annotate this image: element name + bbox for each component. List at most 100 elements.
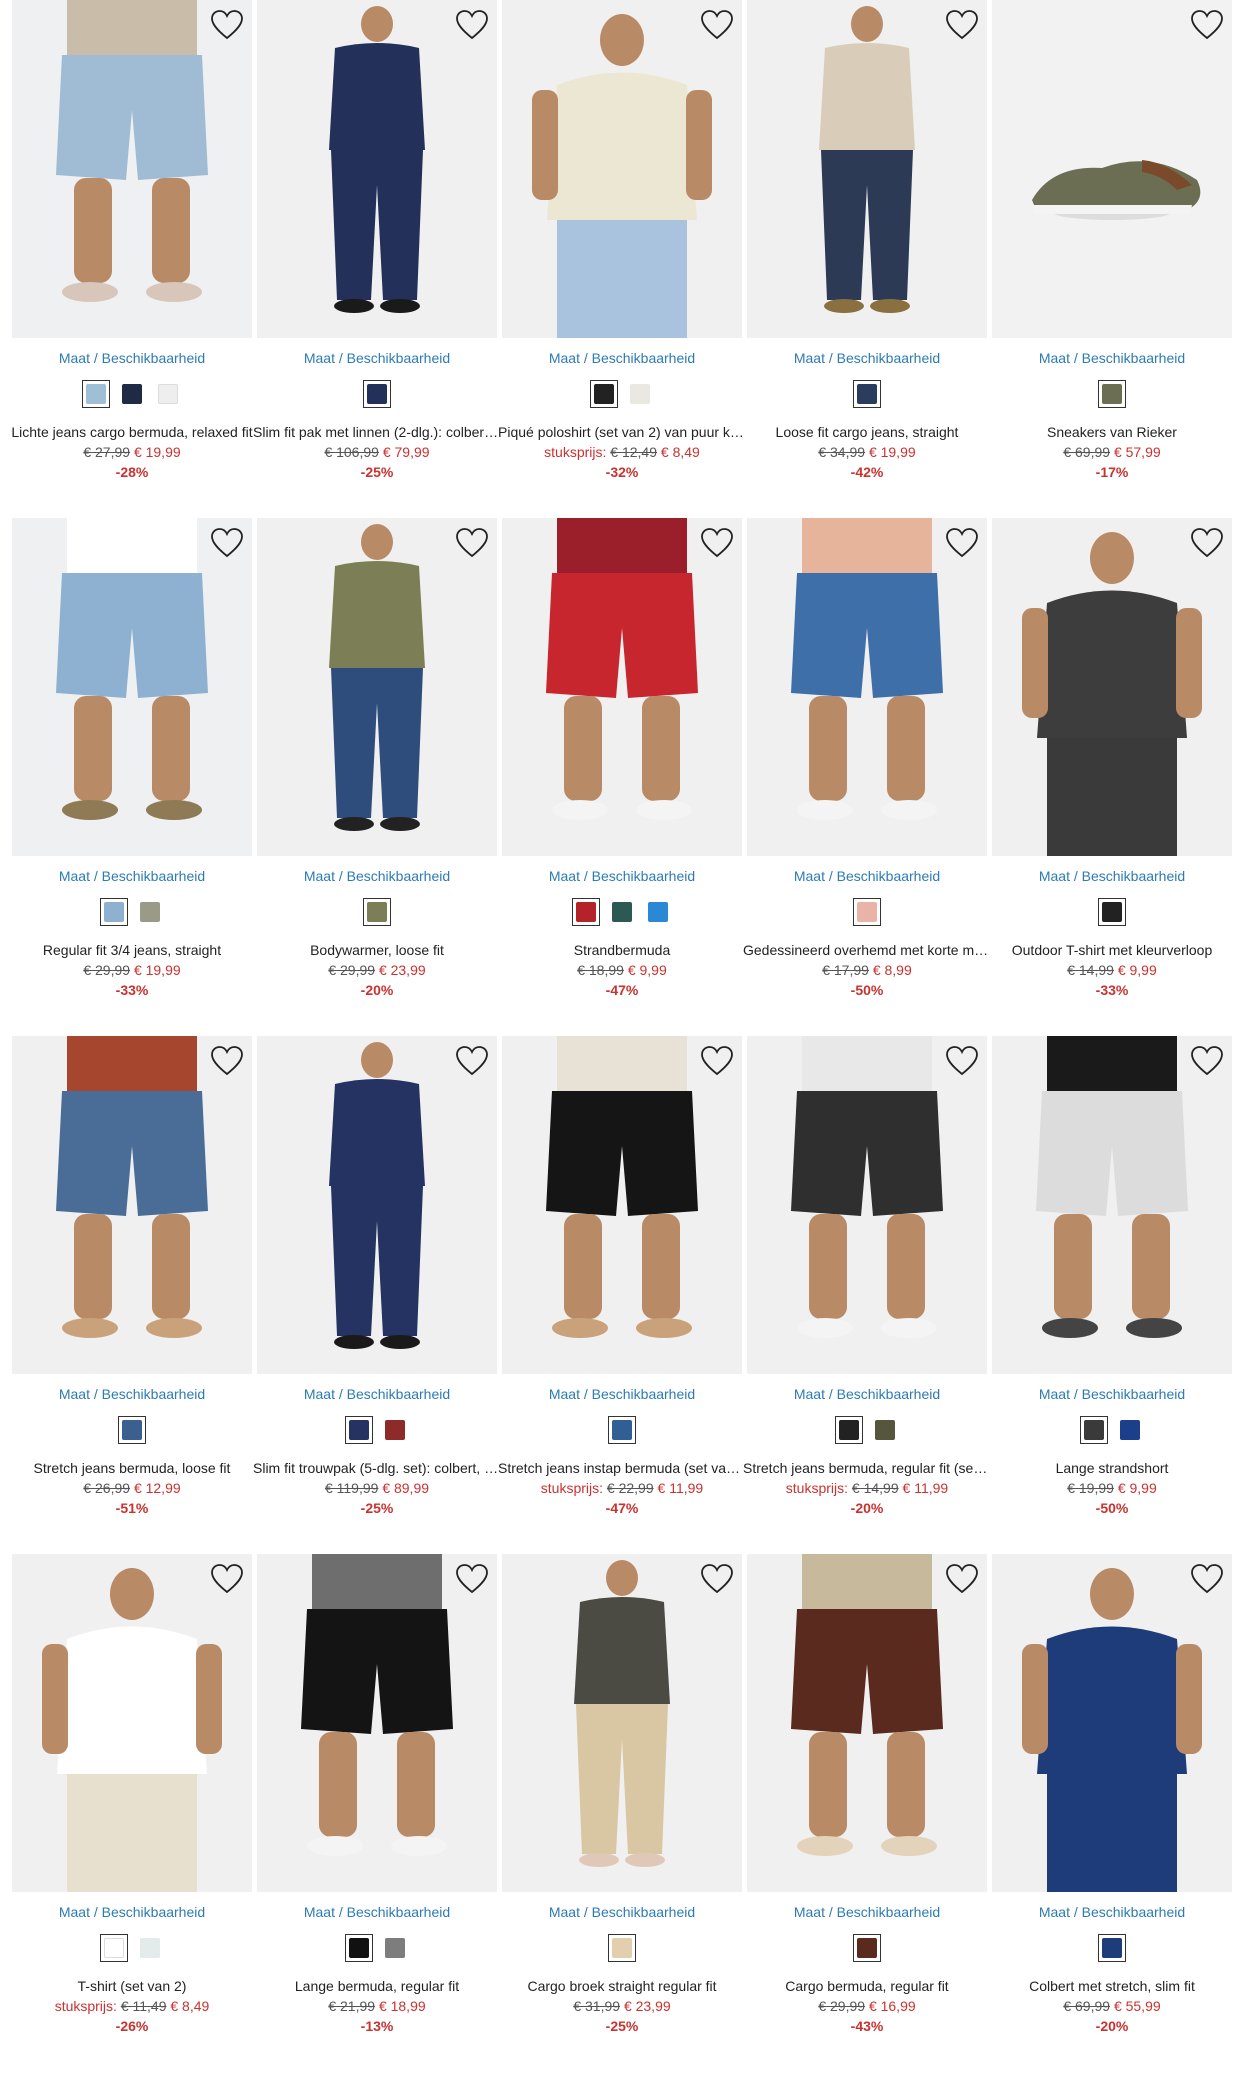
product-image[interactable] xyxy=(992,1554,1232,1892)
product-image[interactable] xyxy=(502,518,742,856)
wishlist-heart-icon[interactable] xyxy=(210,1562,244,1596)
wishlist-heart-icon[interactable] xyxy=(945,1044,979,1078)
color-swatch[interactable] xyxy=(835,1416,863,1444)
product-image[interactable] xyxy=(992,518,1232,856)
color-swatch[interactable] xyxy=(345,1416,373,1444)
product-image[interactable] xyxy=(502,1554,742,1892)
color-swatch[interactable] xyxy=(82,380,110,408)
size-availability-link[interactable]: Maat / Beschikbaarheid xyxy=(12,350,252,366)
product-card[interactable]: Maat / Beschikbaarheid T-shirt (set van 2… xyxy=(12,1554,252,2054)
product-title[interactable]: Loose fit cargo jeans, straight xyxy=(743,424,991,440)
product-card[interactable]: Maat / Beschikbaarheid Loose fit cargo je… xyxy=(747,0,987,500)
product-image[interactable] xyxy=(502,0,742,338)
product-image[interactable] xyxy=(747,1036,987,1374)
product-card[interactable]: Maat / Beschikbaarheid Sneakers van Rieke… xyxy=(992,0,1232,500)
wishlist-heart-icon[interactable] xyxy=(700,8,734,42)
color-swatch[interactable] xyxy=(363,380,391,408)
product-title[interactable]: Cargo broek straight regular fit xyxy=(498,1978,746,1994)
product-image[interactable] xyxy=(12,1036,252,1374)
size-availability-link[interactable]: Maat / Beschikbaarheid xyxy=(747,1904,987,1920)
size-availability-link[interactable]: Maat / Beschikbaarheid xyxy=(992,1386,1232,1402)
color-swatch[interactable] xyxy=(100,898,128,926)
product-image[interactable] xyxy=(257,0,497,338)
product-card[interactable]: Maat / Beschikbaarheid Slim fit trouwpak … xyxy=(253,1036,501,1536)
size-availability-link[interactable]: Maat / Beschikbaarheid xyxy=(747,350,987,366)
size-availability-link[interactable]: Maat / Beschikbaarheid xyxy=(992,868,1232,884)
wishlist-heart-icon[interactable] xyxy=(455,526,489,560)
color-swatch[interactable] xyxy=(608,898,636,926)
product-title[interactable]: Slim fit trouwpak (5-dlg. set): colbert,… xyxy=(253,1460,501,1476)
color-swatch[interactable] xyxy=(871,1416,899,1444)
product-title[interactable]: Stretch jeans bermuda, regular fit (set … xyxy=(743,1460,991,1476)
wishlist-heart-icon[interactable] xyxy=(455,1562,489,1596)
color-swatch[interactable] xyxy=(626,380,654,408)
size-availability-link[interactable]: Maat / Beschikbaarheid xyxy=(257,868,497,884)
product-card[interactable]: Maat / Beschikbaarheid Lange bermuda, reg… xyxy=(257,1554,497,2054)
product-card[interactable]: Maat / Beschikbaarheid Cargo bermuda, reg… xyxy=(747,1554,987,2054)
wishlist-heart-icon[interactable] xyxy=(1190,8,1224,42)
product-card[interactable]: Maat / Beschikbaarheid Stretch jeans inst… xyxy=(498,1036,746,1536)
color-swatch[interactable] xyxy=(363,898,391,926)
color-swatch[interactable] xyxy=(644,898,672,926)
product-card[interactable]: Maat / Beschikbaarheid Lange strandshort €… xyxy=(992,1036,1232,1536)
product-title[interactable]: Bodywarmer, loose fit xyxy=(253,942,501,958)
color-swatch[interactable] xyxy=(118,1416,146,1444)
size-availability-link[interactable]: Maat / Beschikbaarheid xyxy=(12,1386,252,1402)
wishlist-heart-icon[interactable] xyxy=(455,8,489,42)
size-availability-link[interactable]: Maat / Beschikbaarheid xyxy=(747,1386,987,1402)
product-title[interactable]: Lange strandshort xyxy=(988,1460,1236,1476)
product-title[interactable]: Slim fit pak met linnen (2-dlg.): colber… xyxy=(253,424,501,440)
color-swatch[interactable] xyxy=(1080,1416,1108,1444)
wishlist-heart-icon[interactable] xyxy=(700,1562,734,1596)
product-card[interactable]: Maat / Beschikbaarheid Colbert met stretc… xyxy=(992,1554,1232,2054)
product-image[interactable] xyxy=(12,1554,252,1892)
product-image[interactable] xyxy=(12,0,252,338)
product-card[interactable]: Maat / Beschikbaarheid Strandbermuda € 18,… xyxy=(502,518,742,1018)
size-availability-link[interactable]: Maat / Beschikbaarheid xyxy=(502,868,742,884)
color-swatch[interactable] xyxy=(1098,380,1126,408)
color-swatch[interactable] xyxy=(1098,898,1126,926)
product-image[interactable] xyxy=(502,1036,742,1374)
color-swatch[interactable] xyxy=(100,1934,128,1962)
wishlist-heart-icon[interactable] xyxy=(700,526,734,560)
product-title[interactable]: Colbert met stretch, slim fit xyxy=(988,1978,1236,1994)
size-availability-link[interactable]: Maat / Beschikbaarheid xyxy=(992,1904,1232,1920)
color-swatch[interactable] xyxy=(853,380,881,408)
wishlist-heart-icon[interactable] xyxy=(210,8,244,42)
product-image[interactable] xyxy=(747,0,987,338)
color-swatch[interactable] xyxy=(853,1934,881,1962)
product-image[interactable] xyxy=(992,0,1232,338)
size-availability-link[interactable]: Maat / Beschikbaarheid xyxy=(747,868,987,884)
product-title[interactable]: Lange bermuda, regular fit xyxy=(253,1978,501,1994)
wishlist-heart-icon[interactable] xyxy=(945,1562,979,1596)
wishlist-heart-icon[interactable] xyxy=(455,1044,489,1078)
size-availability-link[interactable]: Maat / Beschikbaarheid xyxy=(502,1386,742,1402)
product-card[interactable]: Maat / Beschikbaarheid Slim fit pak met l… xyxy=(253,0,501,500)
color-swatch[interactable] xyxy=(1098,1934,1126,1962)
color-swatch[interactable] xyxy=(608,1416,636,1444)
product-title[interactable]: T-shirt (set van 2) xyxy=(8,1978,256,1994)
size-availability-link[interactable]: Maat / Beschikbaarheid xyxy=(257,350,497,366)
product-card[interactable]: Maat / Beschikbaarheid Cargo broek straig… xyxy=(502,1554,742,2054)
product-card[interactable]: Maat / Beschikbaarheid Gedessineerd overh… xyxy=(743,518,991,1018)
wishlist-heart-icon[interactable] xyxy=(945,8,979,42)
size-availability-link[interactable]: Maat / Beschikbaarheid xyxy=(257,1386,497,1402)
size-availability-link[interactable]: Maat / Beschikbaarheid xyxy=(257,1904,497,1920)
product-card[interactable]: Maat / Beschikbaarheid Stretch jeans berm… xyxy=(12,1036,252,1536)
color-swatch[interactable] xyxy=(118,380,146,408)
size-availability-link[interactable]: Maat / Beschikbaarheid xyxy=(12,868,252,884)
product-card[interactable]: Maat / Beschikbaarheid Bodywarmer, loose … xyxy=(257,518,497,1018)
wishlist-heart-icon[interactable] xyxy=(210,526,244,560)
wishlist-heart-icon[interactable] xyxy=(1190,1044,1224,1078)
color-swatch[interactable] xyxy=(608,1934,636,1962)
product-image[interactable] xyxy=(257,1036,497,1374)
product-title[interactable]: Stretch jeans instap bermuda (set van 2) xyxy=(498,1460,746,1476)
color-swatch[interactable] xyxy=(381,1934,409,1962)
color-swatch[interactable] xyxy=(1116,1416,1144,1444)
color-swatch[interactable] xyxy=(853,898,881,926)
size-availability-link[interactable]: Maat / Beschikbaarheid xyxy=(12,1904,252,1920)
color-swatch[interactable] xyxy=(572,898,600,926)
color-swatch[interactable] xyxy=(154,380,182,408)
color-swatch[interactable] xyxy=(136,1934,164,1962)
product-image[interactable] xyxy=(257,1554,497,1892)
